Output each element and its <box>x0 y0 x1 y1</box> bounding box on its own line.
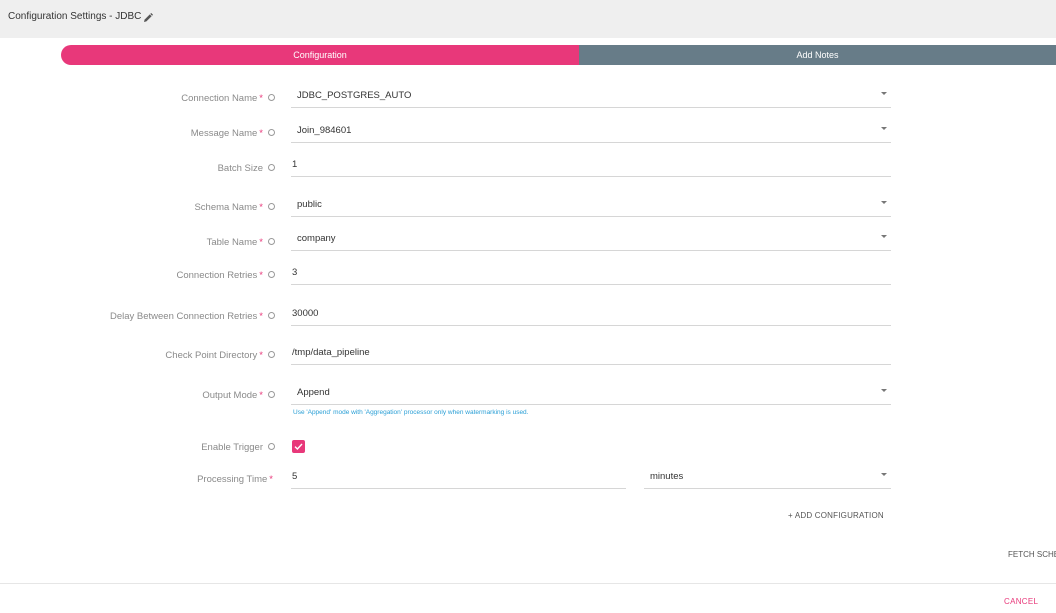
info-icon <box>268 350 275 358</box>
processing-time-label: Processing Time * <box>197 474 273 485</box>
page-title: Configuration Settings - JDBC <box>8 11 142 22</box>
cancel-button[interactable]: CANCEL <box>1004 597 1038 606</box>
stepper: Configuration Add Notes <box>61 45 1056 65</box>
fetch-schema-button[interactable]: FETCH SCHE <box>1008 550 1056 559</box>
chevron-down-icon <box>881 127 887 130</box>
step-configuration[interactable]: Configuration <box>61 45 579 65</box>
enable-trigger-row: Enable Trigger <box>0 436 1056 466</box>
header-bar: Configuration Settings - JDBC <box>0 0 1056 38</box>
chevron-down-icon <box>881 235 887 238</box>
schema-name-row: Schema Name * public <box>0 195 1056 225</box>
table-name-label: Table Name * <box>207 237 275 248</box>
output-mode-select[interactable]: Append <box>291 383 891 405</box>
processing-time-unit-select[interactable]: minutes <box>644 467 891 489</box>
info-icon <box>268 163 275 171</box>
info-icon <box>268 442 275 450</box>
info-icon <box>268 237 275 245</box>
processing-time-input[interactable]: 5 <box>291 467 626 489</box>
connection-retries-input[interactable]: 3 <box>291 263 891 285</box>
info-icon <box>268 311 275 319</box>
delay-retries-label: Delay Between Connection Retries * <box>110 311 275 322</box>
batch-size-input[interactable]: 1 <box>291 155 891 177</box>
chevron-down-icon <box>881 201 887 204</box>
enable-trigger-label: Enable Trigger <box>201 442 275 453</box>
output-mode-label: Output Mode * <box>202 390 275 401</box>
delay-retries-row: Delay Between Connection Retries * 30000 <box>0 304 1056 334</box>
table-name-select[interactable]: company <box>291 229 891 251</box>
message-name-row: Message Name * Join_984601 <box>0 121 1056 151</box>
step-add-notes[interactable]: Add Notes <box>579 45 1056 65</box>
enable-trigger-checkbox[interactable] <box>292 440 305 453</box>
chevron-down-icon <box>881 389 887 392</box>
delay-retries-input[interactable]: 30000 <box>291 304 891 326</box>
info-icon <box>268 390 275 398</box>
processing-time-row: Processing Time * 5 minutes <box>0 467 1056 497</box>
connection-name-label: Connection Name * <box>181 93 275 104</box>
connection-retries-row: Connection Retries * 3 <box>0 263 1056 293</box>
output-mode-hint: Use 'Append' mode with 'Aggregation' pro… <box>293 409 529 416</box>
schema-name-label: Schema Name * <box>194 202 275 213</box>
batch-size-row: Batch Size 1 <box>0 155 1056 185</box>
info-icon <box>268 93 275 101</box>
connection-retries-label: Connection Retries * <box>177 270 275 281</box>
check-icon <box>294 443 303 451</box>
footer-divider <box>0 583 1056 584</box>
info-icon <box>268 128 275 136</box>
schema-name-select[interactable]: public <box>291 195 891 217</box>
checkpoint-directory-row: Check Point Directory * /tmp/data_pipelin… <box>0 343 1056 373</box>
message-name-label: Message Name * <box>191 128 275 139</box>
checkpoint-directory-input[interactable]: /tmp/data_pipeline <box>291 343 891 365</box>
info-icon <box>268 202 275 210</box>
connection-name-row: Connection Name * JDBC_POSTGRES_AUTO <box>0 86 1056 116</box>
table-name-row: Table Name * company <box>0 229 1056 259</box>
connection-name-select[interactable]: JDBC_POSTGRES_AUTO <box>291 86 891 108</box>
chevron-down-icon <box>881 92 887 95</box>
chevron-down-icon <box>881 473 887 476</box>
batch-size-label: Batch Size <box>218 163 275 174</box>
add-configuration-button[interactable]: + ADD CONFIGURATION <box>788 511 884 520</box>
pencil-icon[interactable] <box>143 10 153 22</box>
message-name-select[interactable]: Join_984601 <box>291 121 891 143</box>
info-icon <box>268 270 275 278</box>
checkpoint-directory-label: Check Point Directory * <box>165 350 275 361</box>
